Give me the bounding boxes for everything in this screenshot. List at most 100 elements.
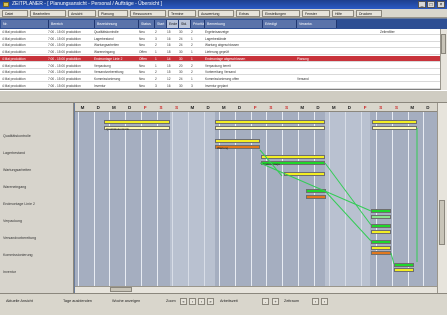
gantt-day-label: D [347, 105, 352, 110]
gantt-vertical-scrollbar[interactable] [437, 103, 447, 293]
period-prev-button[interactable]: ‹ [312, 298, 319, 305]
table-row[interactable]: 4 Mai produktion 7:00 - 15:00 produktion W… [0, 42, 440, 49]
table-cell: 14 [167, 56, 171, 61]
toolbar-button-0[interactable]: Datei [2, 10, 28, 17]
table-row[interactable]: 4 Mai produktion 7:00 - 15:00 produktion E… [0, 55, 440, 62]
pane-splitter[interactable] [0, 90, 447, 103]
gantt-day-label: S [394, 105, 398, 110]
gantt-task-bar[interactable] [261, 155, 325, 159]
toolbar-button-4[interactable]: Ressourcen [130, 10, 166, 17]
nav-button-0[interactable]: « [180, 298, 187, 305]
table-cell: 3 [155, 36, 157, 41]
gantt-row-label: Wareneingang [3, 185, 27, 189]
gantt-row-label: Endmontage Linie 2 [3, 202, 35, 206]
table-cell: Endmontage Linie 2 [94, 56, 123, 61]
column-header-8[interactable]: Bemerkung [205, 20, 263, 28]
table-scroll-thumb[interactable] [441, 34, 446, 54]
title-bar: ZEITPLANER - [ Planungsansicht - Persona… [0, 0, 447, 9]
gantt-task-bar[interactable] [306, 195, 326, 199]
table-cell: Qualitätskontrolle [94, 30, 119, 34]
gantt-task-bar[interactable] [104, 120, 170, 124]
table-row[interactable]: 4 Mai produktion 7:00 - 15:00 produktion V… [0, 63, 440, 69]
table-cell: 2 [155, 30, 157, 34]
gantt-task-bar[interactable] [371, 240, 391, 244]
toolbar-button-6[interactable]: Auswertung [198, 10, 234, 17]
close-button[interactable]: × [437, 1, 445, 8]
gantt-weekend-shade [170, 112, 215, 293]
gantt-horizontal-scroll-thumb[interactable] [110, 287, 132, 292]
nav-button-1[interactable]: ‹ [189, 298, 196, 305]
table-cell: 2 [191, 30, 193, 34]
zoom-button-0[interactable]: - [262, 298, 269, 305]
nav-button-2[interactable]: › [198, 298, 205, 305]
gantt-task-bar[interactable] [371, 215, 391, 219]
gantt-task-bar[interactable] [371, 246, 391, 250]
gantt-task-bar[interactable] [371, 230, 391, 234]
gantt-task-bar[interactable] [394, 268, 414, 272]
toolbar-button-7[interactable]: Extras [236, 10, 260, 17]
table-row[interactable]: 4 Mai produktion 7:00 - 15:00 produktion I… [0, 83, 440, 89]
table-cell: 4 Mai produktion [2, 36, 26, 41]
gantt-task-bar[interactable] [215, 120, 325, 124]
table-cell [297, 49, 335, 55]
gantt-task-bar[interactable] [371, 251, 391, 255]
toolbar-button-3[interactable]: Planung [98, 10, 128, 17]
toolbar-button-9[interactable]: Fenster [302, 10, 330, 17]
table-cell: 12 [167, 76, 171, 81]
column-header-2[interactable]: Bezeichnung [95, 20, 139, 28]
table-cell: Wartung abgeschlossen [205, 43, 240, 48]
nav-button-3[interactable]: » [207, 298, 214, 305]
table-cell: 2 [191, 43, 193, 48]
table-cell [263, 63, 295, 69]
column-header-10[interactable]: Verantw. [297, 20, 337, 28]
gantt-row-label: Qualitätskontrolle [3, 134, 31, 138]
column-header-3[interactable]: Status [139, 20, 155, 28]
column-header-4[interactable]: Start [155, 20, 167, 28]
gantt-task-bar[interactable] [394, 263, 414, 267]
gantt-task-bar[interactable] [284, 172, 325, 176]
column-header-1[interactable]: Bereich [49, 20, 95, 28]
gantt-row-labels: Qualitätskontrolle Lagerbestand Wartungsar… [0, 103, 74, 293]
column-header-9[interactable]: Erledigt [263, 20, 297, 28]
table-cell: Kommissionierung [94, 76, 121, 81]
table-row[interactable]: 4 Mai produktion 7:00 - 15:00 produktion K… [0, 76, 440, 82]
gantt-task-bar[interactable] [371, 224, 391, 228]
table-cell: 24 [179, 43, 183, 48]
gantt-task-bar[interactable] [215, 139, 260, 143]
column-header-7[interactable]: Priorität [191, 20, 205, 28]
toolbar-button-2[interactable]: Ansicht [68, 10, 96, 17]
maximize-button[interactable]: □ [427, 1, 435, 8]
gantt-task-bar[interactable] [306, 189, 326, 193]
gantt-vertical-scroll-thumb[interactable] [439, 200, 445, 245]
table-cell: Vorbereitung Versand [205, 70, 236, 75]
table-cell [297, 83, 335, 89]
table-row[interactable]: 4 Mai produktion 7:00 - 15:00 produktion Q… [0, 29, 440, 35]
table-row[interactable]: 4 Mai produktion 7:00 - 15:00 produktion L… [0, 36, 440, 42]
gantt-day-label: M [410, 105, 415, 110]
toolbar-button-8[interactable]: Einstellungen [262, 10, 300, 17]
gantt-task-bar[interactable] [372, 126, 417, 130]
gantt-chart-area [75, 103, 437, 293]
table-cell: 15 [167, 30, 171, 34]
gantt-task-bar[interactable] [371, 209, 391, 213]
toolbar-button-1[interactable]: Bearbeiten [30, 10, 66, 17]
gantt-task-bar[interactable] [215, 126, 325, 130]
column-header-5[interactable]: Ende [167, 20, 179, 28]
table-cell: Lieferung geprüft [205, 50, 230, 55]
table-row[interactable]: 4 Mai produktion 7:00 - 15:00 produktion W… [0, 49, 440, 56]
zoom-button-1[interactable]: + [272, 298, 279, 305]
period-next-button[interactable]: › [321, 298, 328, 305]
gantt-day-label: D [316, 105, 320, 110]
minimize-button[interactable]: _ [418, 1, 426, 8]
table-cell: 18 [167, 50, 171, 55]
table-cell: 24 [179, 36, 183, 41]
column-header-0[interactable]: Nr. [1, 20, 49, 28]
gantt-row-label: Wartungsarbeiten [3, 168, 32, 172]
table-row[interactable]: 4 Mai produktion 7:00 - 15:00 produktion V… [0, 69, 440, 76]
toolbar-button-11[interactable]: Drucken [356, 10, 382, 17]
toolbar-button-10[interactable]: Hilfe [332, 10, 354, 17]
toolbar-button-5[interactable]: Termine [168, 10, 196, 17]
gantt-task-bar[interactable] [372, 120, 417, 124]
table-cell: 1 [155, 50, 157, 55]
column-header-6[interactable]: Std. [179, 20, 191, 28]
